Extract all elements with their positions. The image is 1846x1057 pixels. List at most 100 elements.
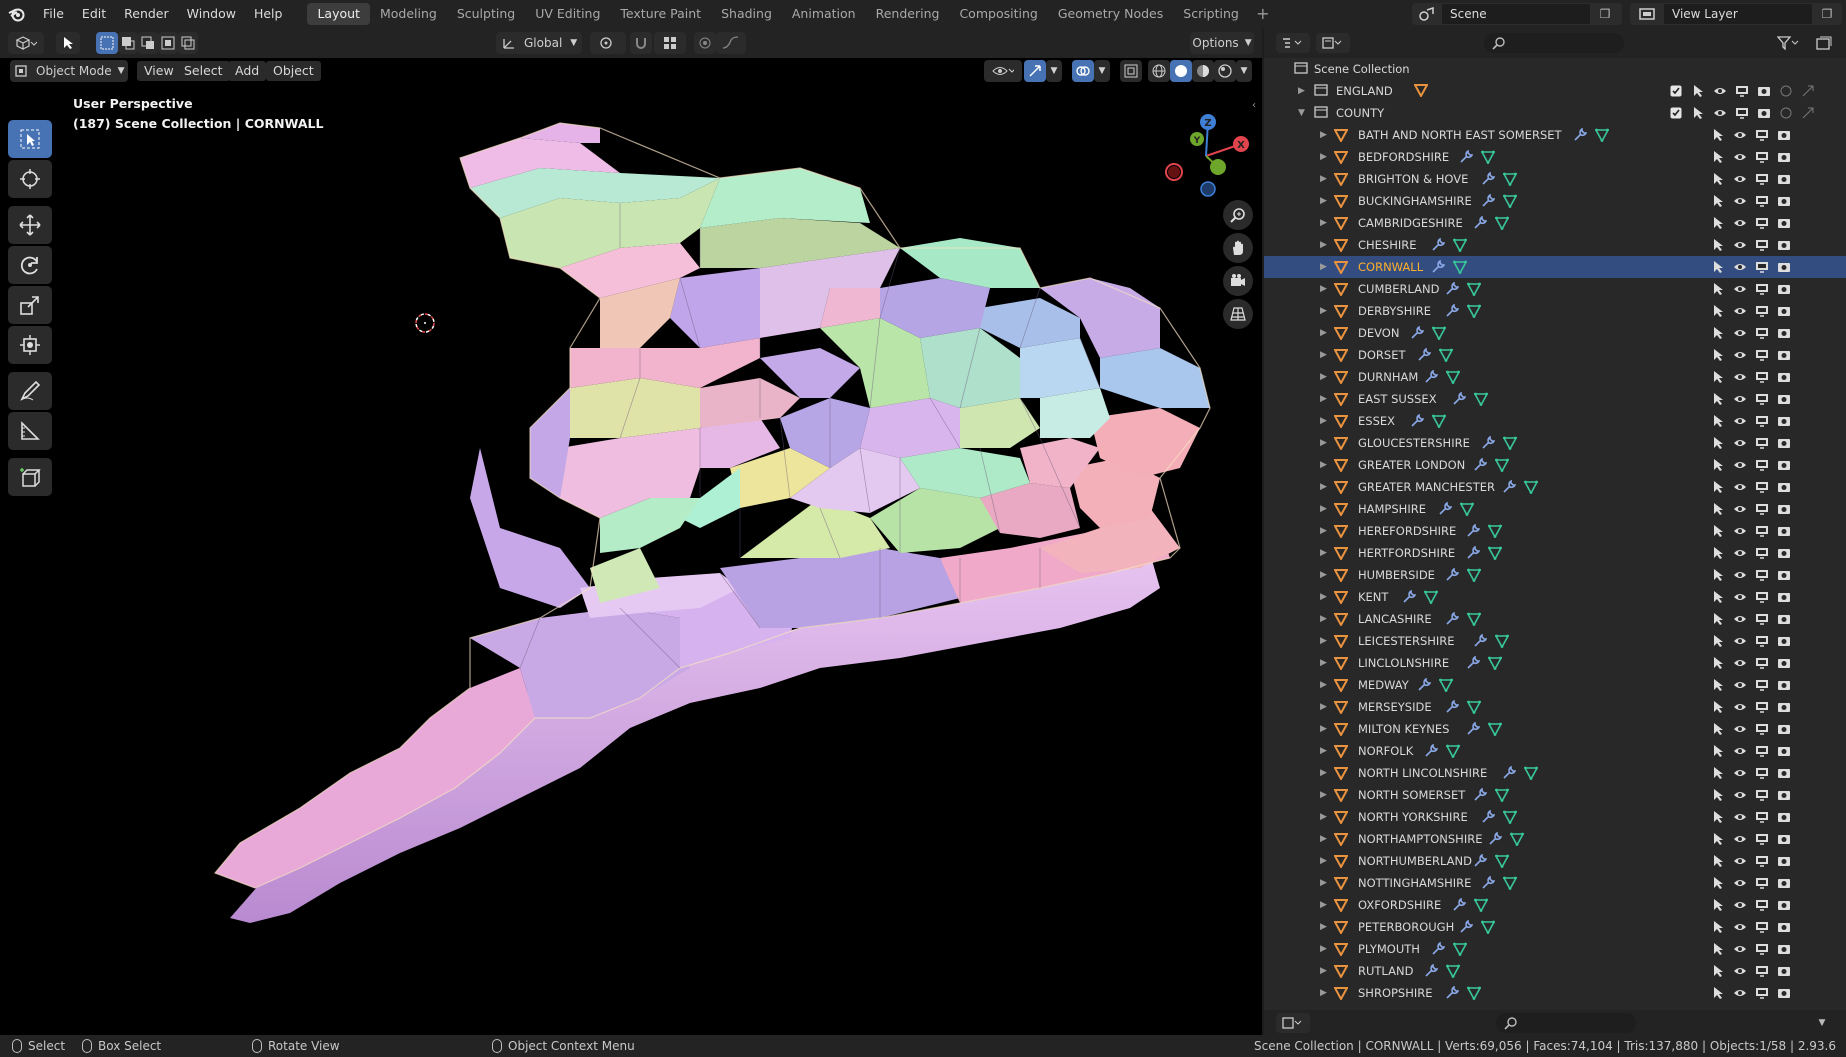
mesh-data-icon[interactable] — [1466, 568, 1482, 585]
view-layer-selector[interactable]: View Layer ❐ — [1630, 3, 1842, 25]
tab-animation[interactable]: Animation — [782, 3, 866, 25]
mesh-data-icon[interactable] — [1487, 656, 1503, 673]
camera-icon[interactable] — [1776, 567, 1792, 583]
expand-closed-icon[interactable]: ▶ — [1320, 372, 1327, 382]
monitor-icon[interactable] — [1734, 83, 1750, 99]
mesh-data-icon[interactable] — [1452, 942, 1468, 959]
select-arrow-icon[interactable] — [1710, 677, 1726, 693]
mesh-data-icon[interactable] — [1494, 458, 1510, 475]
mesh-data-icon[interactable] — [1494, 216, 1510, 233]
camera-icon[interactable] — [1776, 655, 1792, 671]
select-arrow-icon[interactable] — [1710, 435, 1726, 451]
outliner-object-row[interactable]: ▶ BUCKINGHAMSHIRE — [1264, 190, 1846, 212]
outliner-object-row[interactable]: ▶ DORSET — [1264, 344, 1846, 366]
mesh-data-icon[interactable] — [1502, 436, 1518, 453]
select-arrow-icon[interactable] — [1710, 699, 1726, 715]
mesh-data-icon[interactable] — [1487, 546, 1503, 563]
outliner-object-row[interactable]: ▶ CORNWALL — [1264, 256, 1846, 278]
eye-icon[interactable] — [1732, 567, 1748, 583]
menu-help[interactable]: Help — [245, 0, 292, 28]
eye-icon[interactable] — [1732, 281, 1748, 297]
select-arrow-icon[interactable] — [1690, 105, 1706, 121]
wrench-icon[interactable] — [1452, 391, 1467, 409]
camera-icon[interactable] — [1776, 875, 1792, 891]
camera-icon[interactable] — [1776, 809, 1792, 825]
wrench-icon[interactable] — [1481, 193, 1496, 211]
eye-icon[interactable] — [1732, 853, 1748, 869]
outliner-object-row[interactable]: ▶ HAMPSHIRE — [1264, 498, 1846, 520]
expand-closed-icon[interactable]: ▶ — [1320, 460, 1327, 470]
mesh-data-icon[interactable] — [1466, 986, 1482, 1003]
mesh-data-icon[interactable] — [1480, 920, 1496, 937]
mesh-data-icon[interactable] — [1502, 194, 1518, 211]
monitor-icon[interactable] — [1754, 985, 1770, 1001]
select-arrow-icon[interactable] — [1710, 743, 1726, 759]
menu-file[interactable]: File — [34, 0, 73, 28]
monitor-icon[interactable] — [1754, 941, 1770, 957]
outliner-object-row[interactable]: ▶ BRIGHTON & HOVE — [1264, 168, 1846, 190]
wrench-icon[interactable] — [1445, 611, 1460, 629]
monitor-icon[interactable] — [1754, 743, 1770, 759]
mesh-data-icon[interactable] — [1445, 744, 1461, 761]
select-arrow-icon[interactable] — [1710, 281, 1726, 297]
eye-icon[interactable] — [1732, 743, 1748, 759]
wrench-icon[interactable] — [1417, 347, 1432, 365]
wrench-icon[interactable] — [1488, 831, 1503, 849]
expand-closed-icon[interactable]: ▶ — [1320, 262, 1327, 272]
camera-icon[interactable] — [1776, 721, 1792, 737]
select-arrow-icon[interactable] — [1710, 941, 1726, 957]
camera-icon[interactable] — [1776, 325, 1792, 341]
camera-icon[interactable] — [1776, 963, 1792, 979]
monitor-icon[interactable] — [1754, 919, 1770, 935]
county-map-mesh[interactable] — [0, 28, 1262, 1035]
eye-icon[interactable] — [1732, 457, 1748, 473]
monitor-icon[interactable] — [1754, 149, 1770, 165]
monitor-icon[interactable] — [1754, 325, 1770, 341]
camera-icon[interactable] — [1776, 149, 1792, 165]
eye-icon[interactable] — [1732, 523, 1748, 539]
camera-icon[interactable] — [1776, 281, 1792, 297]
monitor-icon[interactable] — [1754, 347, 1770, 363]
mesh-data-icon[interactable] — [1494, 854, 1510, 871]
outliner-object-row[interactable]: ▶ LANCASHIRE — [1264, 608, 1846, 630]
select-arrow-icon[interactable] — [1710, 765, 1726, 781]
outliner-object-row[interactable]: ▶ NORTHUMBERLAND — [1264, 850, 1846, 872]
select-arrow-icon[interactable] — [1710, 963, 1726, 979]
eye-icon[interactable] — [1732, 237, 1748, 253]
expand-closed-icon[interactable]: ▶ — [1320, 174, 1327, 184]
expand-closed-icon[interactable]: ▶ — [1320, 482, 1327, 492]
wrench-icon[interactable] — [1424, 369, 1439, 387]
expand-closed-icon[interactable]: ▶ — [1320, 900, 1327, 910]
wrench-icon[interactable] — [1466, 545, 1481, 563]
outliner-object-row[interactable]: ▶ PETERBOROUGH — [1264, 916, 1846, 938]
mesh-data-icon[interactable] — [1438, 678, 1454, 695]
eye-icon[interactable] — [1732, 655, 1748, 671]
select-arrow-icon[interactable] — [1710, 545, 1726, 561]
select-arrow-icon[interactable] — [1710, 127, 1726, 143]
expand-closed-icon[interactable]: ▶ — [1320, 218, 1327, 228]
outliner-object-row[interactable]: ▶ MILTON KEYNES — [1264, 718, 1846, 740]
select-arrow-icon[interactable] — [1710, 831, 1726, 847]
wrench-icon[interactable] — [1445, 281, 1460, 299]
monitor-icon[interactable] — [1754, 127, 1770, 143]
expand-closed-icon[interactable]: ▶ — [1320, 548, 1327, 558]
filter-icon[interactable] — [1771, 33, 1805, 53]
wrench-icon[interactable] — [1431, 259, 1446, 277]
camera-icon[interactable] — [1776, 919, 1792, 935]
tab-compositing[interactable]: Compositing — [949, 3, 1047, 25]
tab-scripting[interactable]: Scripting — [1173, 3, 1249, 25]
outliner-object-row[interactable]: ▶ KENT — [1264, 586, 1846, 608]
eye-icon[interactable] — [1732, 677, 1748, 693]
expand-closed-icon[interactable]: ▶ — [1320, 614, 1327, 624]
select-arrow-icon[interactable] — [1710, 611, 1726, 627]
select-arrow-icon[interactable] — [1690, 83, 1706, 99]
eye-icon[interactable] — [1732, 985, 1748, 1001]
wrench-icon[interactable] — [1473, 853, 1488, 871]
eye-icon[interactable] — [1732, 435, 1748, 451]
camera-icon[interactable] — [1776, 457, 1792, 473]
wrench-icon[interactable] — [1466, 721, 1481, 739]
expand-closed-icon[interactable]: ▶ — [1320, 570, 1327, 580]
monitor-icon[interactable] — [1734, 105, 1750, 121]
monitor-icon[interactable] — [1754, 611, 1770, 627]
monitor-icon[interactable] — [1754, 699, 1770, 715]
